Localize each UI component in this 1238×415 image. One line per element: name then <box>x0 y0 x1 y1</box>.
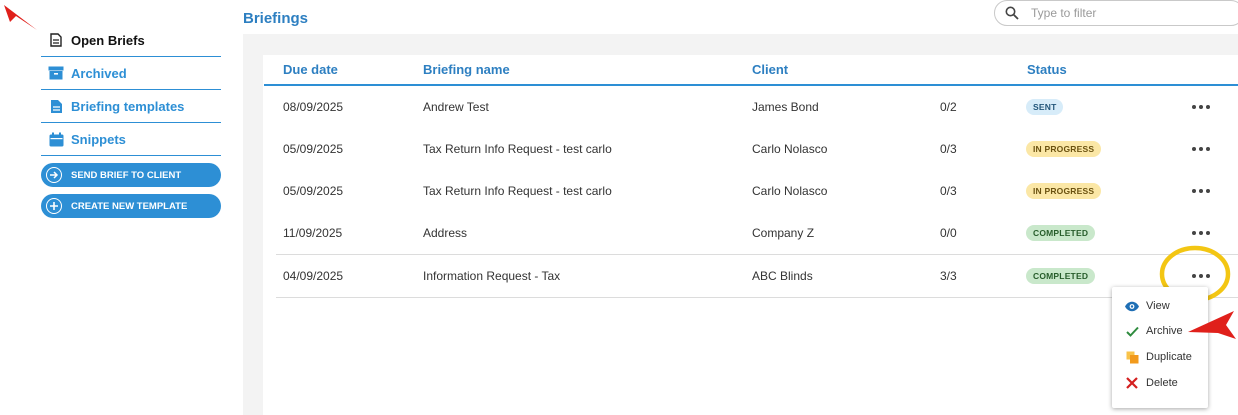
progress-count: 3/3 <box>940 269 957 283</box>
plus-icon <box>46 198 62 214</box>
search-input[interactable] <box>1029 5 1223 21</box>
archive-box-icon <box>47 64 65 82</box>
status-badge: SENT <box>1026 99 1064 115</box>
client-name: James Bond <box>752 100 819 114</box>
status-badge: IN PROGRESS <box>1026 141 1102 157</box>
dot <box>1206 189 1210 193</box>
table-row[interactable]: 05/09/2025 Tax Return Info Request - tes… <box>276 170 1238 213</box>
briefing-name: Address <box>423 226 468 240</box>
annotation-arrow-icon <box>4 5 37 30</box>
menu-item-delete[interactable]: Delete <box>1112 372 1208 394</box>
briefing-name: Tax Return Info Request - test carlo <box>423 142 612 156</box>
column-header-client[interactable]: Client <box>752 62 788 77</box>
row-actions-menu: View Archive Duplicate Delete <box>1112 287 1208 408</box>
client-name: Carlo Nolasco <box>752 142 828 156</box>
client-name: Carlo Nolasco <box>752 184 828 198</box>
sidebar-item-archived[interactable]: Archived <box>41 57 221 90</box>
dot <box>1192 105 1196 109</box>
file-text-icon <box>47 97 65 115</box>
menu-item-duplicate[interactable]: Duplicate <box>1112 346 1208 368</box>
sidebar-item-label: Archived <box>71 65 127 81</box>
briefing-name: Information Request - Tax <box>423 269 561 283</box>
menu-item-label: Delete <box>1146 377 1178 389</box>
table-header <box>264 55 1238 86</box>
dot <box>1192 147 1196 151</box>
sidebar-item-briefing-templates[interactable]: Briefing templates <box>41 90 221 123</box>
dot <box>1199 147 1203 151</box>
progress-count: 0/3 <box>940 184 957 198</box>
menu-item-label: Duplicate <box>1146 351 1192 363</box>
progress-count: 0/2 <box>940 100 957 114</box>
row-actions-button[interactable] <box>1188 143 1214 155</box>
dot <box>1192 231 1196 235</box>
status-badge: COMPLETED <box>1026 225 1096 241</box>
column-header-due-date[interactable]: Due date <box>283 62 338 77</box>
dot <box>1199 105 1203 109</box>
sidebar-item-label: Open Briefs <box>71 32 145 48</box>
search-box[interactable] <box>994 0 1238 26</box>
row-actions-button[interactable] <box>1188 101 1214 113</box>
table-row[interactable]: 08/09/2025 Andrew Test James Bond 0/2 SE… <box>276 86 1238 129</box>
arrow-right-icon <box>46 167 62 183</box>
dot <box>1199 189 1203 193</box>
status-badge: IN PROGRESS <box>1026 183 1102 199</box>
column-header-briefing-name[interactable]: Briefing name <box>423 62 510 77</box>
status-badge: COMPLETED <box>1026 268 1096 284</box>
check-icon <box>1124 323 1140 339</box>
client-name: Company Z <box>752 226 815 240</box>
sidebar-item-snippets[interactable]: Snippets <box>41 123 221 156</box>
table-row[interactable]: 04/09/2025 Information Request - Tax ABC… <box>276 255 1238 298</box>
due-date: 05/09/2025 <box>283 142 344 156</box>
sidebar-item-open-briefs[interactable]: Open Briefs <box>41 24 221 57</box>
eye-icon <box>1124 298 1140 314</box>
due-date: 11/09/2025 <box>283 226 343 240</box>
menu-item-label: Archive <box>1146 325 1183 337</box>
row-actions-button[interactable] <box>1188 227 1214 239</box>
send-brief-label: SEND BRIEF TO CLIENT <box>71 169 182 181</box>
create-new-template-button[interactable]: CREATE NEW TEMPLATE <box>41 194 221 218</box>
dot <box>1206 105 1210 109</box>
sidebar-item-label: Snippets <box>71 131 126 147</box>
send-brief-to-client-button[interactable]: SEND BRIEF TO CLIENT <box>41 163 221 187</box>
dot <box>1199 231 1203 235</box>
progress-count: 0/3 <box>940 142 957 156</box>
duplicate-icon <box>1124 349 1140 365</box>
search-icon <box>1005 6 1019 20</box>
table-row[interactable]: 05/09/2025 Tax Return Info Request - tes… <box>276 128 1238 171</box>
page-title: Briefings <box>243 10 309 27</box>
briefing-name: Tax Return Info Request - test carlo <box>423 184 612 198</box>
document-icon <box>47 31 65 49</box>
dot <box>1206 147 1210 151</box>
calendar-icon <box>47 130 65 148</box>
column-header-status[interactable]: Status <box>1027 62 1067 77</box>
x-icon <box>1124 375 1140 391</box>
annotation-arrow-icon <box>1188 311 1236 339</box>
due-date: 05/09/2025 <box>283 184 344 198</box>
row-actions-button[interactable] <box>1188 185 1214 197</box>
dot <box>1192 189 1196 193</box>
dot <box>1206 231 1210 235</box>
create-template-label: CREATE NEW TEMPLATE <box>71 200 188 212</box>
table-row[interactable]: 11/09/2025 Address Company Z 0/0 COMPLET… <box>276 212 1238 255</box>
menu-item-label: View <box>1146 300 1170 312</box>
due-date: 08/09/2025 <box>283 100 344 114</box>
client-name: ABC Blinds <box>752 269 813 283</box>
sidebar-item-label: Briefing templates <box>71 98 185 114</box>
progress-count: 0/0 <box>940 226 957 240</box>
briefing-name: Andrew Test <box>423 100 489 114</box>
due-date: 04/09/2025 <box>283 269 344 283</box>
